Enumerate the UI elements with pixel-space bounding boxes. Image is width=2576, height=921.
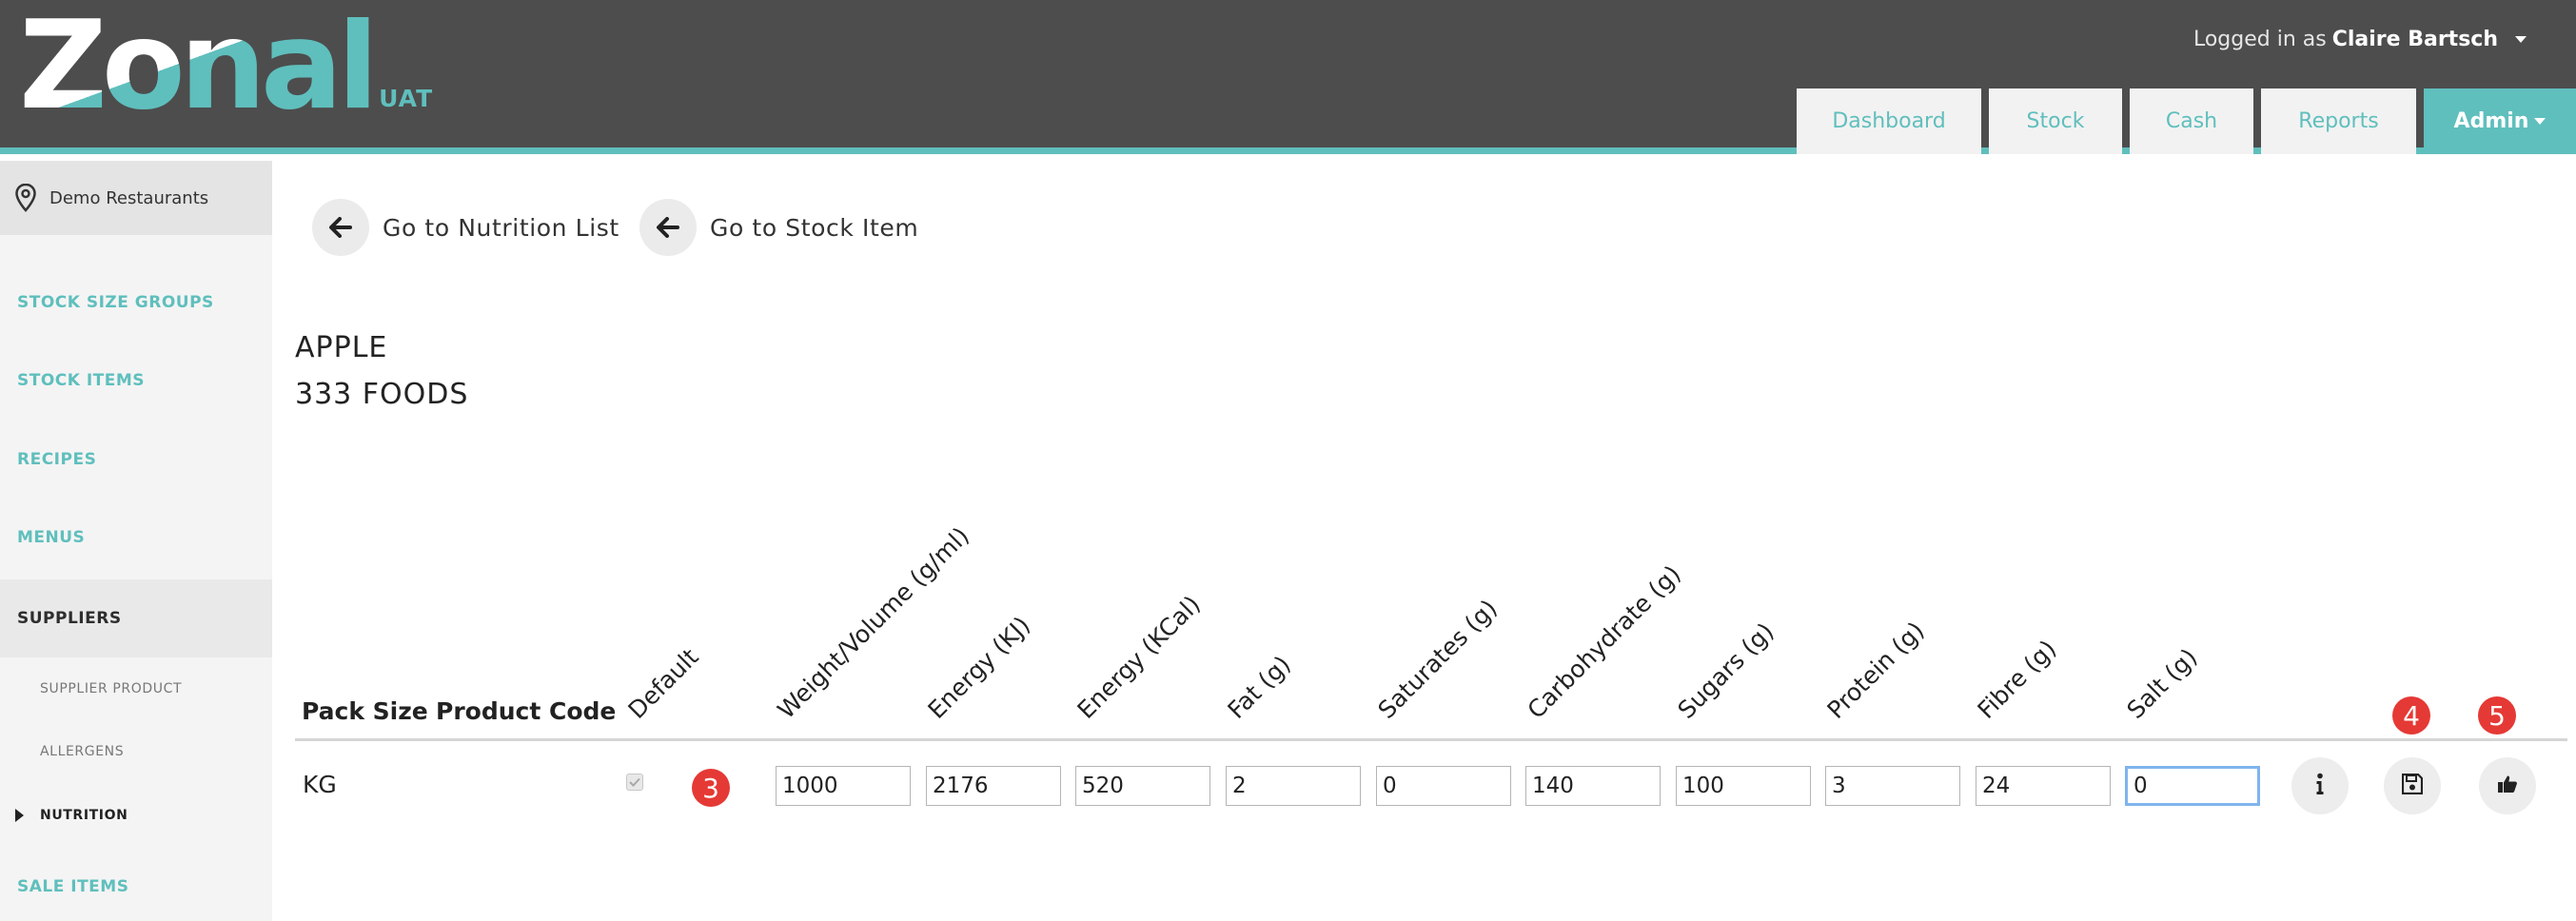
chevron-down-icon [2534, 118, 2547, 125]
column-header-protein: Protein (g) [1821, 616, 1930, 724]
user-name: Claire Bartsch [2331, 28, 2498, 51]
go-to-stock-item-link[interactable]: Go to Stock Item [639, 199, 918, 256]
pack-size-cell: KG [303, 771, 337, 798]
column-header-product-code: Product Code [436, 697, 617, 725]
column-header-sugars: Sugars (g) [1672, 617, 1780, 724]
column-header-pack-size: Pack Size [302, 697, 428, 725]
default-checkbox[interactable] [626, 774, 643, 791]
sidebar-item-suppliers[interactable]: SUPPLIERS [0, 579, 272, 657]
salt-input[interactable] [2125, 766, 2260, 806]
carbohydrate-input[interactable] [1525, 766, 1661, 806]
column-header-fat: Fat (g) [1222, 650, 1296, 724]
sidebar-subitem-allergens[interactable]: ALLERGENS [0, 721, 272, 782]
protein-input[interactable] [1825, 766, 1960, 806]
sugars-input[interactable] [1676, 766, 1811, 806]
arrow-left-icon [639, 199, 697, 256]
approve-button[interactable] [2479, 757, 2536, 814]
sidebar-item-stock-size-groups[interactable]: STOCK SIZE GROUPS [0, 264, 272, 342]
go-to-nutrition-list-link[interactable]: Go to Nutrition List [312, 199, 619, 256]
callout-badge-4: 4 [2392, 696, 2430, 735]
sidebar-item-recipes[interactable]: RECIPES [0, 421, 272, 499]
stock-item-title: APPLE [295, 331, 388, 364]
supplier-name: 333 FOODS [295, 378, 469, 411]
nav-tab-cash[interactable]: Cash [2130, 88, 2253, 154]
thumbs-up-icon [2497, 774, 2518, 797]
fat-input[interactable] [1226, 766, 1361, 806]
go-to-nutrition-list-label: Go to Nutrition List [383, 213, 619, 242]
top-header: Zonal UAT Logged in as Claire Bartsch Da… [0, 0, 2576, 154]
nav-tab-stock[interactable]: Stock [1989, 88, 2122, 154]
sidebar: Demo Restaurants STOCK SIZE GROUPS STOCK… [0, 161, 272, 921]
zonal-logo[interactable]: Zonal UAT [19, 0, 434, 137]
fibre-input[interactable] [1976, 766, 2111, 806]
column-header-carbohydrate: Carbohydrate (g) [1522, 559, 1686, 724]
callout-badge-5: 5 [2478, 696, 2516, 735]
table-header-divider [295, 738, 2567, 741]
nav-tab-dashboard[interactable]: Dashboard [1797, 88, 1981, 154]
arrow-left-icon [312, 199, 369, 256]
logo-wordmark: Zonal [19, 0, 379, 137]
column-header-salt: Salt (g) [2121, 642, 2203, 724]
column-header-energy-kj: Energy (KJ) [922, 611, 1036, 724]
column-header-default: Default [622, 642, 704, 724]
weight-volume-input[interactable] [776, 766, 911, 806]
sidebar-subitem-nutrition[interactable]: NUTRITION [0, 785, 272, 846]
user-prefix: Logged in as [2193, 28, 2327, 51]
chevron-down-icon [2515, 36, 2527, 43]
nav-tab-admin[interactable]: Admin [2424, 88, 2576, 154]
nav-tab-admin-label: Admin [2453, 109, 2529, 133]
site-picker[interactable]: Demo Restaurants [0, 161, 272, 235]
save-button[interactable] [2384, 757, 2441, 814]
sidebar-item-menus[interactable]: MENUS [0, 499, 272, 577]
info-icon [2315, 773, 2325, 799]
caret-right-icon [15, 809, 24, 822]
info-button[interactable] [2291, 757, 2349, 814]
nav-tab-reports[interactable]: Reports [2261, 88, 2416, 154]
site-name: Demo Restaurants [49, 187, 209, 208]
sidebar-subitem-supplier-product[interactable]: SUPPLIER PRODUCT [0, 658, 272, 719]
energy-kcal-input[interactable] [1075, 766, 1210, 806]
environment-label: UAT [379, 85, 434, 112]
location-pin-icon [15, 184, 36, 212]
main-nav: Dashboard Stock Cash Reports Admin [1797, 88, 2576, 154]
sidebar-subitem-nutrition-label: NUTRITION [40, 808, 128, 823]
sidebar-item-stock-items[interactable]: STOCK ITEMS [0, 342, 272, 420]
user-menu[interactable]: Logged in as Claire Bartsch [2193, 28, 2527, 51]
go-to-stock-item-label: Go to Stock Item [710, 213, 919, 242]
callout-badge-3: 3 [692, 769, 730, 807]
column-header-energy-kcal: Energy (KCal) [1072, 590, 1207, 724]
floppy-disk-icon [2401, 773, 2424, 798]
sidebar-item-sale-items[interactable]: SALE ITEMS [0, 848, 272, 921]
energy-kj-input[interactable] [926, 766, 1061, 806]
column-header-saturates: Saturates (g) [1372, 594, 1503, 724]
saturates-input[interactable] [1376, 766, 1511, 806]
column-header-fibre: Fibre (g) [1972, 635, 2062, 724]
